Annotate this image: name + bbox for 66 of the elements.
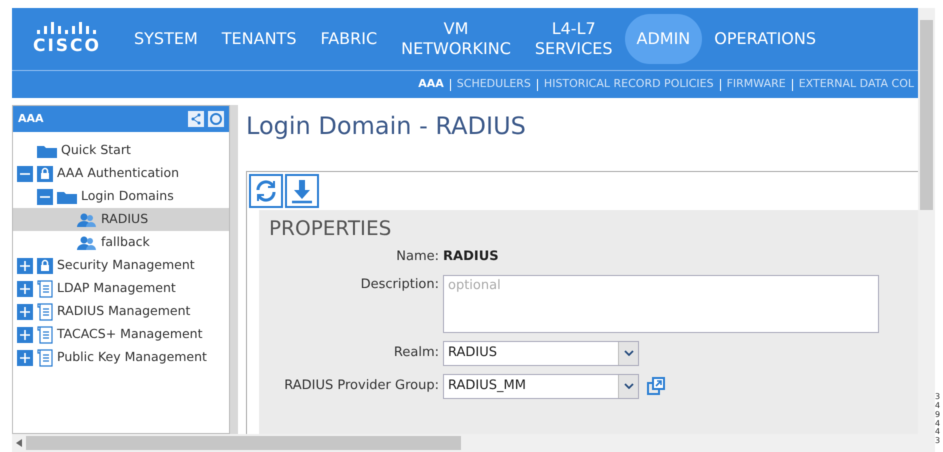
lock-icon [37, 258, 53, 274]
field-label: Name: [395, 248, 439, 266]
tree-item[interactable]: AAA Authentication [13, 162, 229, 185]
nav-tab[interactable]: TENANTS [210, 14, 308, 64]
expand-icon[interactable] [17, 304, 33, 320]
chevron-down-icon [624, 383, 634, 389]
document-icon [37, 280, 53, 298]
collapse-icon[interactable] [37, 188, 53, 204]
expand-icon[interactable] [17, 258, 33, 274]
tree-label: Security Management [57, 256, 195, 274]
description-field[interactable]: optional [443, 274, 879, 332]
tree-item[interactable]: RADIUS Management [13, 300, 229, 323]
tree-label: fallback [101, 233, 150, 252]
logo-text: CISCO [33, 36, 101, 58]
tree-item[interactable]: LDAP Management [13, 277, 229, 300]
name-value: RADIUS [443, 248, 499, 266]
scroll-left-icon[interactable] [16, 439, 22, 447]
tree-label: RADIUS [101, 210, 148, 228]
network-icon[interactable] [188, 111, 204, 127]
users-icon [77, 236, 97, 250]
field-label: Description: [360, 276, 439, 294]
logo-bars-icon [35, 20, 99, 36]
collapse-icon[interactable] [17, 166, 33, 182]
nav-tab[interactable]: OPERATIONS [702, 14, 828, 64]
tree-item[interactable]: Login Domains [13, 185, 229, 208]
expand-icon[interactable] [17, 280, 33, 296]
nav-tab[interactable]: SYSTEM [122, 14, 210, 64]
vertical-scrollbar[interactable] [918, 8, 935, 452]
tree-label: TACACS+ Management [57, 325, 203, 344]
tree-item[interactable]: Quick Start [13, 139, 229, 162]
nav-tab[interactable]: FABRIC [308, 14, 390, 64]
tree-label: AAA Authentication [57, 164, 180, 182]
figure-number: 349443 [935, 393, 942, 446]
field-label: RADIUS Provider Group: [283, 377, 439, 396]
users-icon [77, 212, 97, 226]
expand-icon[interactable] [17, 326, 33, 342]
tree-item[interactable]: RADIUS [13, 208, 229, 231]
nav-tab[interactable]: VM NETWORKINC [389, 14, 523, 64]
expand-icon[interactable] [17, 350, 33, 366]
open-external-icon[interactable] [647, 377, 665, 395]
chevron-down-icon [624, 350, 634, 356]
horizontal-scrollbar[interactable] [12, 434, 918, 452]
tree-item[interactable]: Security Management [13, 254, 229, 277]
tree-label: LDAP Management [57, 279, 176, 298]
folder-icon [57, 190, 77, 204]
document-icon [37, 348, 53, 366]
nav-tab[interactable]: L4-L7 SERVICES [522, 14, 624, 64]
download-icon[interactable] [285, 174, 319, 208]
select-field[interactable]: RADIUS [443, 340, 639, 366]
lock-icon [37, 166, 53, 182]
document-icon [37, 326, 53, 344]
tree-label: Public Key Management [57, 348, 207, 366]
document-icon [37, 302, 53, 320]
select-field[interactable]: RADIUS_MM [443, 374, 639, 398]
tree-item[interactable]: fallback [13, 231, 229, 254]
tree-item[interactable]: TACACS+ Management [13, 323, 229, 346]
sub-tab[interactable]: AAA [418, 76, 444, 93]
tree-label: Quick Start [61, 141, 131, 160]
page-title: Login Domain - RADIUS [246, 111, 527, 141]
tree-item[interactable]: Public Key Management [13, 346, 229, 369]
tree-label: Login Domains [81, 187, 174, 206]
folder-icon [37, 144, 57, 158]
tree-label: RADIUS Management [57, 302, 190, 320]
sidebar-title: AAA [18, 110, 44, 127]
field-label: Realm: [392, 344, 439, 362]
section-heading: PROPERTIES [269, 216, 392, 241]
